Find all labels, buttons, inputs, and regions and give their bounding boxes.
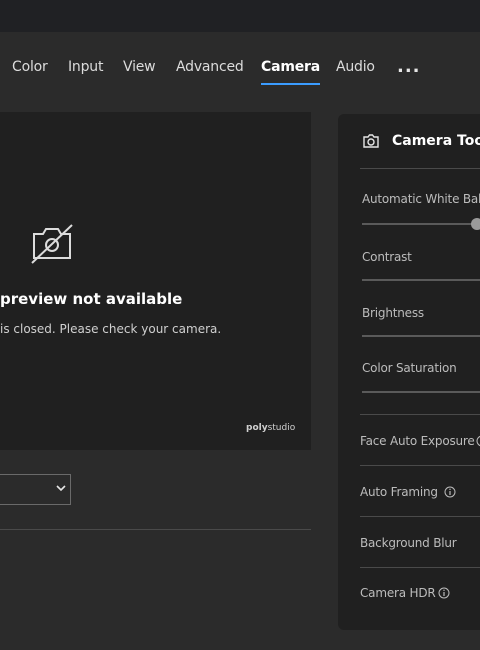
brightness-slider[interactable] [362, 335, 480, 337]
camera-off-icon [31, 224, 73, 264]
panel-divider [360, 516, 480, 517]
brand-light: studio [267, 423, 296, 433]
tab-color[interactable]: Color [12, 59, 48, 75]
auto-framing-label: Auto Framing [360, 485, 438, 499]
white-balance-slider-thumb[interactable] [471, 218, 480, 230]
panel-divider [360, 168, 480, 169]
poly-studio-logo: polystudio [246, 423, 295, 433]
camera-tools-title: Camera Tools [392, 133, 480, 149]
info-icon[interactable] [444, 486, 456, 498]
tab-view[interactable]: View [123, 59, 156, 75]
more-tabs-button[interactable]: ... [397, 56, 421, 77]
preview-unavailable-message: is closed. Please check your camera. [0, 322, 222, 336]
preview-unavailable-title: preview not available [0, 290, 183, 308]
color-saturation-slider[interactable] [362, 391, 480, 393]
white-balance-slider[interactable] [362, 223, 480, 225]
panel-divider [360, 465, 480, 466]
tab-bar: Color Input View Advanced Camera Audio .… [0, 52, 480, 88]
auto-white-balance-label: Automatic White Balar [362, 192, 480, 206]
info-icon[interactable] [476, 435, 480, 447]
info-icon[interactable] [438, 587, 450, 599]
panel-divider [360, 414, 480, 415]
camera-hdr-label: Camera HDR [360, 586, 436, 600]
brand-bold: poly [246, 423, 268, 433]
face-auto-exposure-label: Face Auto Exposure [360, 434, 475, 448]
background-blur-label: Background Blur [360, 536, 457, 550]
tab-camera-label: Camera [261, 59, 320, 75]
chevron-down-icon [56, 485, 66, 492]
tab-advanced[interactable]: Advanced [176, 59, 244, 75]
panel-divider [360, 567, 480, 568]
active-tab-indicator [261, 83, 320, 85]
contrast-slider[interactable] [362, 279, 480, 281]
brightness-label: Brightness [362, 306, 424, 320]
title-bar [0, 0, 480, 32]
tab-input[interactable]: Input [68, 59, 103, 75]
tab-audio[interactable]: Audio [336, 59, 375, 75]
camera-preview [0, 112, 311, 450]
camera-icon [363, 134, 379, 148]
divider [0, 529, 311, 530]
color-saturation-label: Color Saturation [362, 361, 457, 375]
contrast-label: Contrast [362, 250, 412, 264]
camera-select[interactable] [0, 474, 71, 505]
tab-camera[interactable]: Camera [261, 59, 320, 85]
